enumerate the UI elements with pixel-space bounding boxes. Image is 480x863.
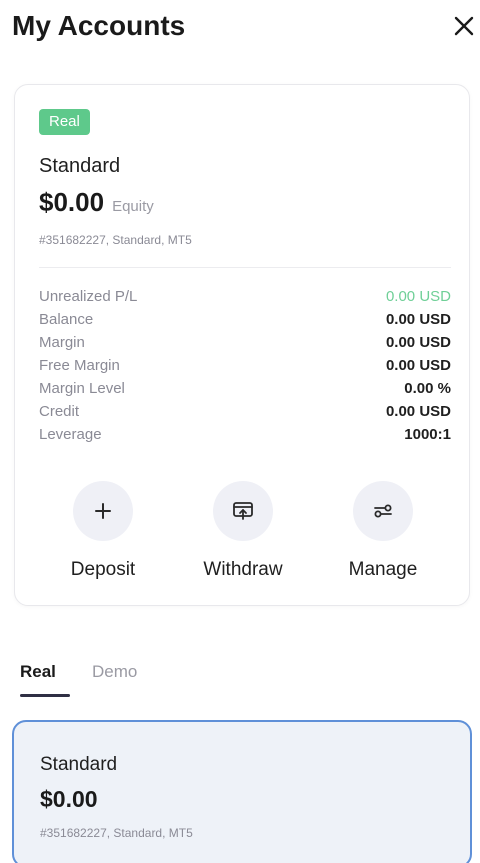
stat-label: Balance (39, 311, 94, 328)
list-account-meta: #351682227, Standard, MT5 (40, 826, 193, 840)
stat-row-free-margin: Free Margin 0.00 USD (39, 354, 451, 377)
equity-label: Equity (112, 198, 154, 215)
stat-row-credit: Credit 0.00 USD (39, 400, 451, 423)
stat-row-margin: Margin 0.00 USD (39, 331, 451, 354)
stat-row-unrealized-pl: Unrealized P/L 0.00 USD (39, 285, 451, 308)
stat-label: Free Margin (39, 357, 120, 374)
account-type: Standard (39, 155, 121, 177)
equity-amount: $0.00 (39, 187, 105, 217)
withdraw-label: Withdraw (203, 559, 283, 580)
stat-label: Credit (39, 403, 80, 420)
stat-label: Leverage (39, 426, 102, 443)
sliders-icon (353, 481, 413, 541)
stat-value: 0.00 USD (385, 311, 451, 328)
tab-real[interactable]: Real (20, 662, 56, 692)
stat-row-margin-level: Margin Level 0.00 % (39, 377, 451, 400)
stat-row-leverage: Leverage 1000:1 (39, 423, 451, 446)
account-summary-card: Real Standard $0.00 Equity #351682227, S… (14, 84, 470, 606)
manage-label: Manage (348, 559, 418, 580)
stat-label: Unrealized P/L (39, 288, 138, 305)
active-tab-indicator (20, 694, 70, 697)
tab-demo[interactable]: Demo (92, 662, 137, 692)
close-icon[interactable] (452, 14, 476, 38)
manage-button[interactable]: Manage (313, 479, 453, 589)
equity-row: $0.00 Equity (39, 187, 154, 218)
stat-value: 0.00 USD (385, 334, 451, 351)
list-account-amount: $0.00 (40, 786, 98, 812)
stat-value: 1000:1 (404, 426, 451, 443)
account-stats: Unrealized P/L 0.00 USD Balance 0.00 USD… (39, 285, 451, 446)
stat-label: Margin Level (39, 380, 125, 397)
withdraw-icon (213, 481, 273, 541)
account-mode-badge: Real (39, 109, 90, 135)
stat-value: 0.00 USD (385, 403, 451, 420)
stat-value: 0.00 USD (385, 288, 451, 305)
withdraw-button[interactable]: Withdraw (173, 479, 313, 589)
account-meta: #351682227, Standard, MT5 (39, 233, 192, 247)
page-title: My Accounts (12, 10, 186, 41)
deposit-label: Deposit (70, 559, 136, 580)
stat-value: 0.00 USD (385, 357, 451, 374)
account-list-item[interactable]: Standard $0.00 #351682227, Standard, MT5 (12, 720, 472, 863)
stat-label: Margin (39, 334, 85, 351)
list-account-type: Standard (40, 754, 118, 775)
plus-icon (73, 481, 133, 541)
deposit-button[interactable]: Deposit (33, 479, 173, 589)
account-actions: Deposit Withdraw Manage (15, 479, 471, 589)
my-accounts-screen: My Accounts Real Standard $0.00 Equity #… (0, 0, 480, 863)
stat-row-balance: Balance 0.00 USD (39, 308, 451, 331)
header: My Accounts (0, 0, 480, 64)
divider (39, 267, 451, 268)
stat-value: 0.00 % (404, 380, 451, 397)
